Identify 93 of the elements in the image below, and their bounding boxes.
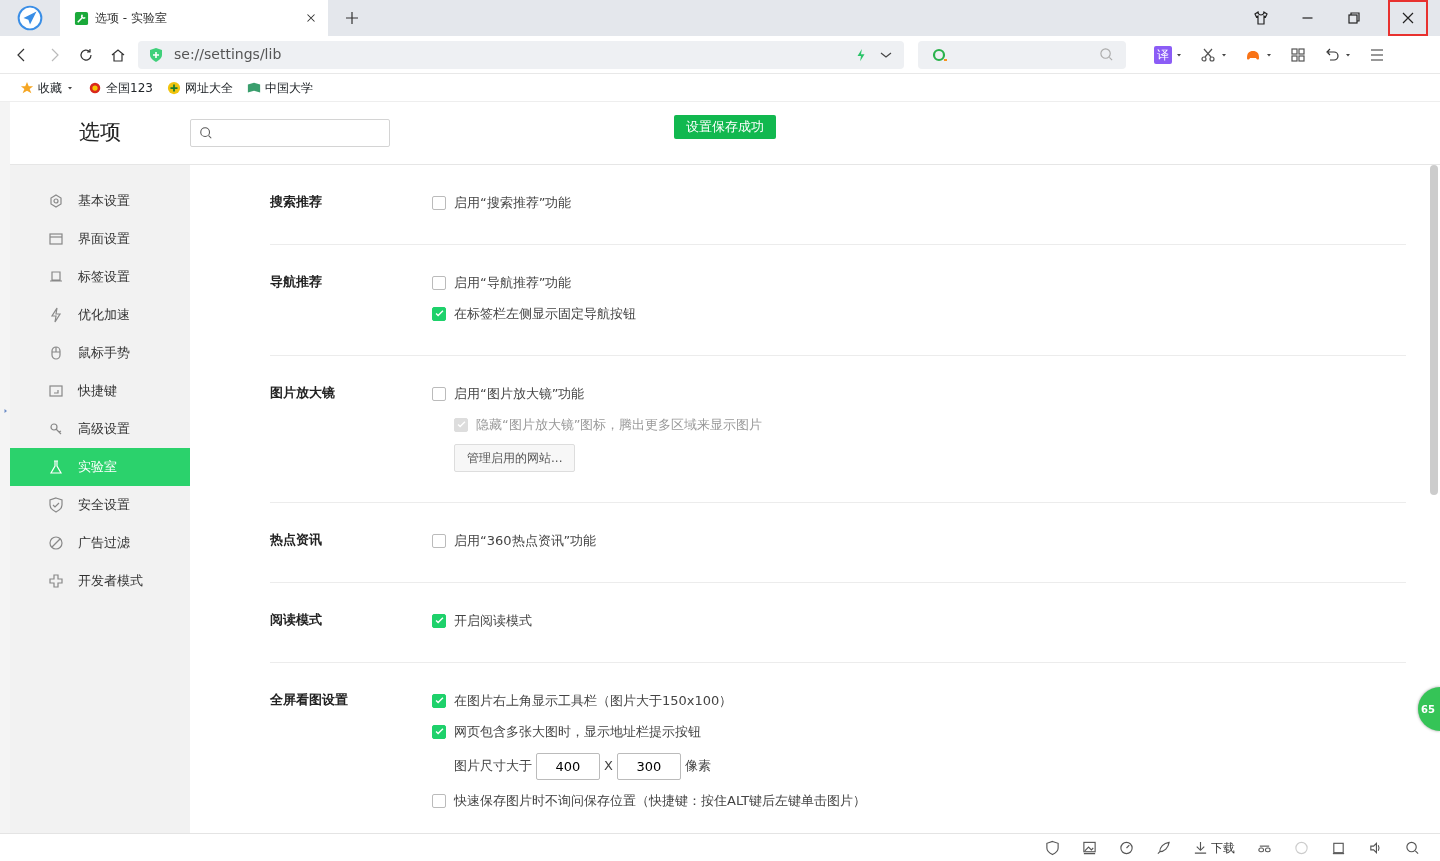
close-window-button[interactable] — [1390, 2, 1426, 34]
scrollbar-thumb[interactable] — [1430, 165, 1438, 495]
sidebar-item[interactable]: 基本设置 — [10, 182, 190, 220]
emblem-icon — [88, 80, 102, 95]
option-label: 快速保存图片时不询问保存位置（快捷键：按住ALT键后左键单击图片） — [454, 791, 867, 810]
flask-icon — [48, 459, 64, 475]
sidebar-item[interactable]: 高级设置 — [10, 410, 190, 448]
option-label: 启用“图片放大镜”功能 — [454, 384, 585, 403]
close-icon — [1400, 10, 1416, 26]
option-label: 启用“360热点资讯”功能 — [454, 531, 597, 550]
download-button[interactable]: 下载 — [1189, 834, 1239, 861]
mouse-icon — [48, 345, 64, 361]
sidebar-item[interactable]: 安全设置 — [10, 486, 190, 524]
download-icon — [1193, 840, 1208, 855]
option-label: 启用“导航推荐”功能 — [454, 273, 572, 292]
window-icon — [48, 231, 64, 247]
restore-icon — [1346, 10, 1362, 26]
prohibited-icon — [48, 535, 64, 551]
shield-plus-icon — [148, 46, 164, 63]
grid-icon — [1289, 46, 1307, 63]
puzzle-icon — [48, 573, 64, 589]
checkmark-icon — [433, 726, 445, 737]
size-label: 图片尺寸大于 — [454, 757, 532, 776]
checkbox[interactable] — [432, 724, 446, 739]
section-label: 图片放大镜 — [270, 384, 336, 402]
manage-sites-button[interactable]: 管理启用的网站... — [454, 444, 576, 472]
speed-icon — [1119, 839, 1134, 856]
checkbox[interactable] — [432, 275, 446, 290]
tab-title: 选项 - 实验室 — [95, 10, 168, 27]
address-text: se://settings/lib — [174, 45, 283, 64]
ring-logo-icon — [930, 46, 950, 63]
sidebar-item[interactable]: 优化加速 — [10, 296, 190, 334]
image-icon — [1082, 839, 1097, 856]
option-label: 启用“搜索推荐”功能 — [454, 193, 572, 212]
width-input[interactable]: 400 — [536, 752, 600, 780]
search-icon — [1405, 839, 1420, 856]
bookmark-link[interactable]: 全国123 — [88, 78, 153, 97]
checkbox[interactable] — [432, 613, 446, 628]
success-toast: 设置保存成功 — [674, 115, 776, 139]
checkbox[interactable] — [432, 386, 446, 401]
height-input[interactable]: 300 — [616, 752, 681, 780]
section-label: 阅读模式 — [270, 611, 323, 629]
option-label: 隐藏“图片放大镜”图标，腾出更多区域来显示图片 — [476, 415, 763, 434]
menu-icon — [1368, 46, 1386, 63]
search-icon — [1099, 47, 1114, 62]
search-icon — [199, 126, 213, 140]
bookmark-link[interactable]: 收藏 — [20, 78, 74, 97]
lightning-icon — [48, 307, 64, 323]
checkbox[interactable] — [432, 693, 446, 708]
shield-icon — [48, 497, 64, 513]
compass-logo-icon[interactable] — [17, 5, 43, 31]
shield-icon — [1045, 839, 1060, 856]
reload-icon — [78, 46, 94, 63]
search-field[interactable] — [190, 119, 390, 147]
section-label: 热点资讯 — [270, 531, 323, 549]
section-label: 搜索推荐 — [270, 193, 323, 211]
sidebar-item[interactable]: 界面设置 — [10, 220, 190, 258]
sidebar-item[interactable]: 广告过滤 — [10, 524, 190, 562]
translate-button[interactable]: 译 — [1150, 41, 1187, 68]
sidebar-item[interactable]: 快捷键 — [10, 372, 190, 410]
sidebar-item[interactable]: 标签设置 — [10, 258, 190, 296]
checkbox[interactable] — [432, 533, 446, 548]
option-label: 在标签栏左侧显示固定导航按钮 — [454, 304, 636, 323]
scissors-icon — [1199, 46, 1217, 63]
checkmark-icon — [433, 695, 445, 706]
option-label: 开启阅读模式 — [454, 611, 532, 630]
address-bar[interactable]: se://settings/lib — [138, 40, 904, 69]
checkbox[interactable] — [432, 306, 446, 321]
browser-tab[interactable]: 选项 - 实验室 — [60, 0, 328, 36]
unit-label: 像素 — [684, 757, 711, 776]
plus-icon — [344, 10, 360, 26]
plus-circle-icon — [166, 80, 181, 95]
star-icon — [20, 80, 34, 95]
bookmark-link[interactable]: 网址大全 — [166, 78, 233, 97]
times-separator: X — [604, 757, 613, 776]
speaker-icon — [1368, 839, 1383, 856]
shirt-icon — [1253, 10, 1269, 26]
checkmark-icon — [433, 308, 445, 319]
option-label: 在图片右上角显示工具栏（图片大于150x100） — [454, 691, 733, 710]
option-label: 网页包含多张大图时，显示地址栏提示按钮 — [454, 722, 701, 741]
laptop-icon — [48, 269, 64, 285]
section-label: 全屏看图设置 — [270, 691, 349, 709]
sidebar-item[interactable]: 开发者模式 — [10, 562, 190, 600]
sidebar-item[interactable]: 鼠标手势 — [10, 334, 190, 372]
keyboard-icon — [48, 383, 64, 399]
bookmark-link[interactable]: 中国大学 — [246, 78, 313, 97]
hexagon-icon — [48, 193, 64, 209]
checkmark-icon — [433, 615, 445, 626]
checkbox[interactable] — [432, 793, 446, 808]
section-label: 导航推荐 — [270, 273, 323, 291]
checkbox[interactable] — [432, 195, 446, 210]
page-title: 选项 — [78, 119, 122, 147]
minimize-icon — [1301, 17, 1314, 19]
